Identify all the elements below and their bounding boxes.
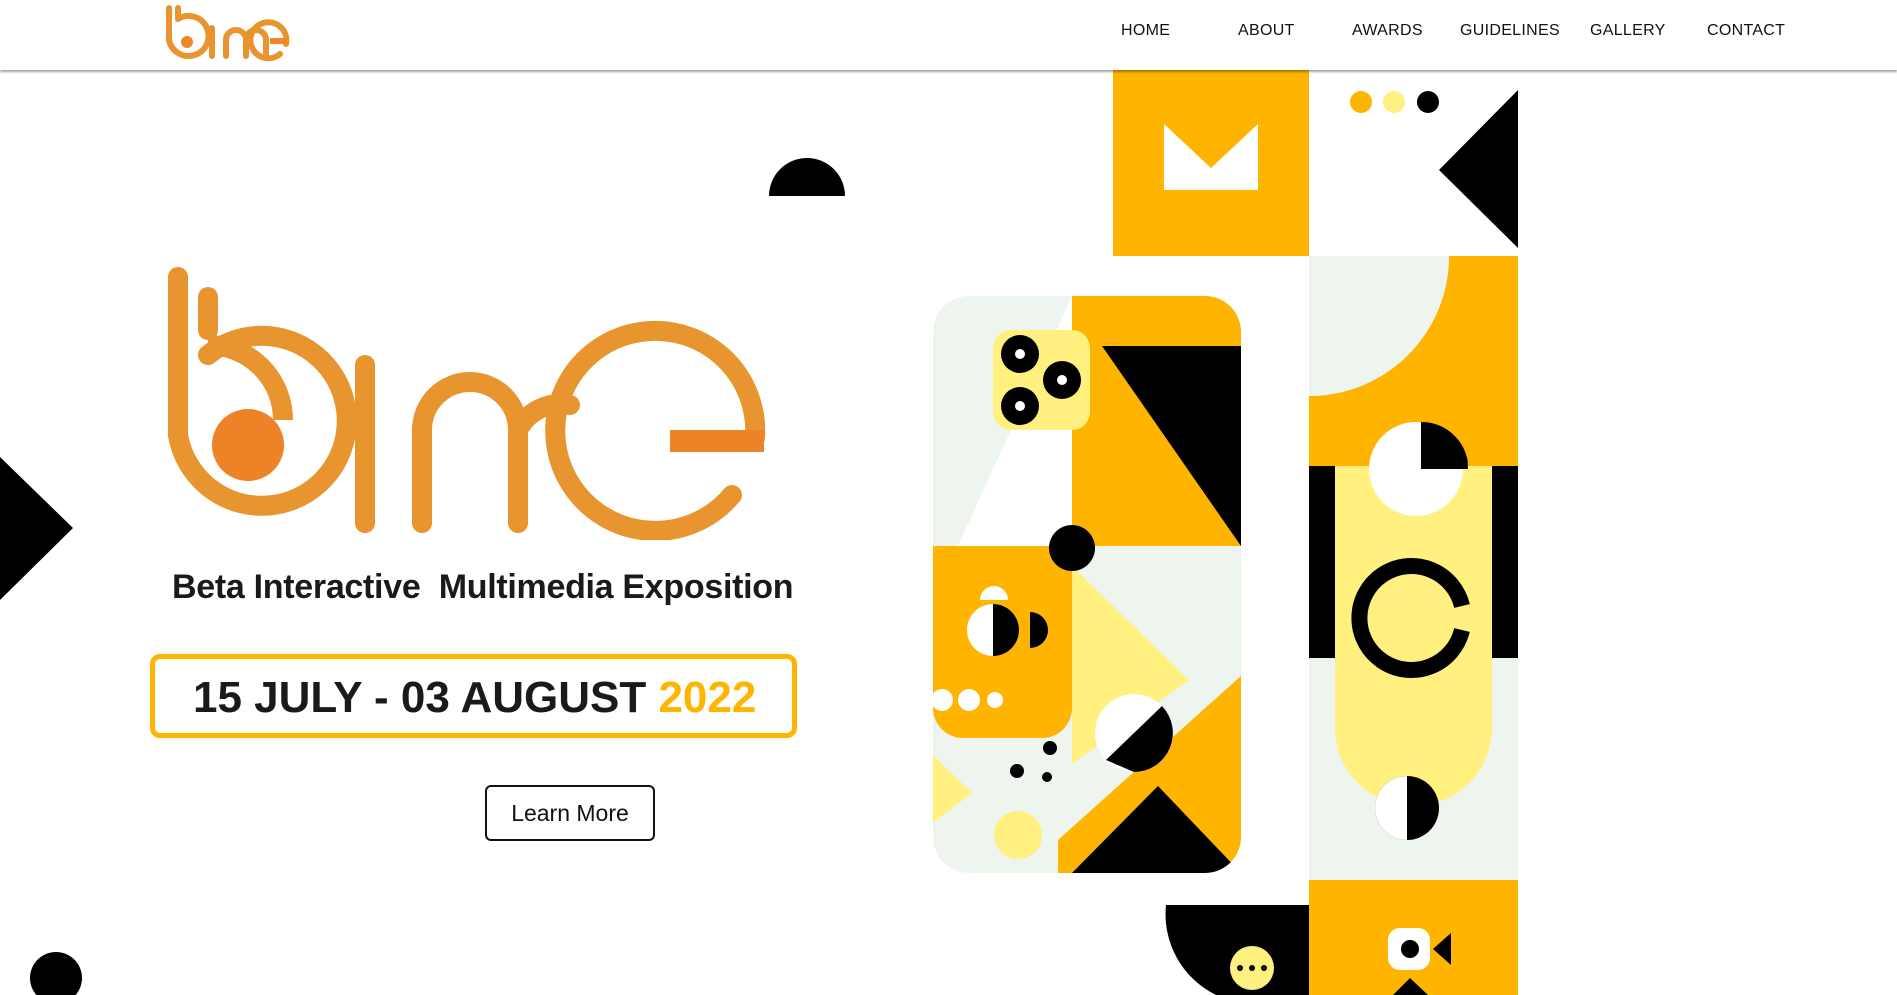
nav-contact[interactable]: CONTACT xyxy=(1707,22,1785,40)
nav-about[interactable]: ABOUT xyxy=(1238,22,1295,40)
nav-awards[interactable]: AWARDS xyxy=(1352,22,1423,40)
site-logo[interactable] xyxy=(160,2,292,64)
semicircle-shape xyxy=(769,158,845,196)
site-header: HOME ABOUT AWARDS GUIDELINES GALLERY CON… xyxy=(0,0,1897,70)
hero-tagline: Beta Interactive Multimedia Exposition xyxy=(172,568,794,606)
learn-more-button[interactable]: Learn More xyxy=(485,785,655,841)
event-year: 2022 xyxy=(658,673,757,722)
hero-logo xyxy=(168,267,766,540)
event-date-box: 15 JULY - 03 AUGUST 2022 xyxy=(150,654,797,738)
event-date-range: 15 JULY - 03 AUGUST xyxy=(193,673,659,722)
nav-guidelines[interactable]: GUIDELINES xyxy=(1460,22,1560,40)
left-triangle-shape xyxy=(0,457,73,600)
bottom-left-circle-shape xyxy=(30,952,82,995)
nav-home[interactable]: HOME xyxy=(1121,22,1170,40)
black-triangle-shape xyxy=(1439,90,1518,248)
nav-gallery[interactable]: GALLERY xyxy=(1590,22,1666,40)
event-date: 15 JULY - 03 AUGUST 2022 xyxy=(193,673,756,723)
